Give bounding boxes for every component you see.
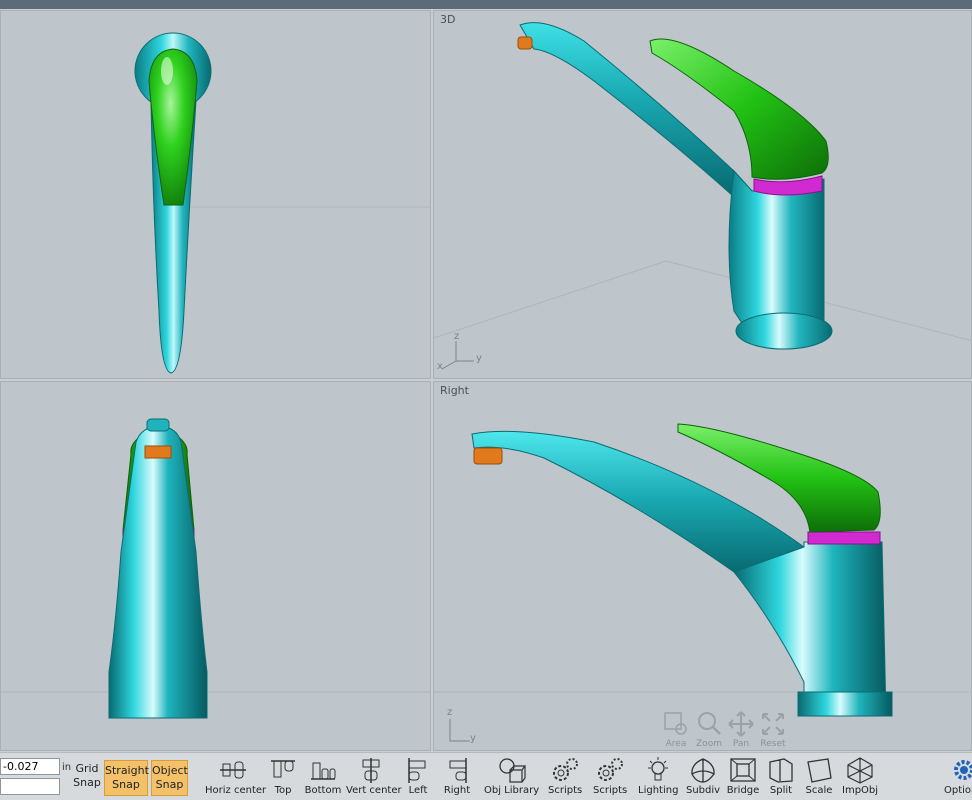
subdiv-button[interactable]: Subdiv [686, 756, 720, 796]
reset-view-label: Reset [760, 739, 786, 749]
magnifier-icon [698, 712, 721, 735]
horiz-center-button[interactable]: Horiz center [205, 756, 267, 796]
align-right-icon [449, 758, 467, 783]
faucet-3d-view [434, 22, 971, 350]
object-library-button[interactable]: Obj Library [484, 756, 540, 796]
viewport-top-left[interactable] [0, 10, 431, 379]
vert-center-icon [362, 758, 380, 783]
align-bottom-label: Bottom [304, 785, 342, 796]
unit-label: in [62, 762, 72, 773]
vert-center-button[interactable]: Vert center [346, 756, 402, 796]
axis-gizmo: z x y [434, 331, 494, 378]
object-snap-line2: Snap [155, 778, 184, 791]
viewport-bottom-left[interactable] [0, 381, 431, 751]
scripts-button[interactable]: Scripts [548, 756, 582, 796]
align-right-label: Right [443, 785, 471, 796]
straight-snap-line2: Snap [112, 778, 140, 791]
scripts-label-2: Scripts [593, 785, 628, 796]
scripts-label: Scripts [548, 785, 583, 796]
gears-icon [598, 758, 623, 781]
import-object-icon [847, 757, 873, 784]
faucet-side-view [1, 418, 430, 719]
split-icon [769, 758, 793, 783]
title-bar [0, 0, 972, 9]
viewport-right[interactable]: Right z y Area Zoom Pan Reset [433, 381, 972, 751]
align-right-button[interactable]: Right [440, 756, 474, 796]
lightbulb-icon [648, 757, 668, 781]
scale-button[interactable]: Scale [803, 756, 835, 796]
gear-icon [954, 760, 972, 780]
zoom-button[interactable]: Zoom [694, 709, 724, 750]
reset-view-button[interactable]: Reset [758, 709, 788, 750]
faucet-front-view [134, 32, 430, 374]
bottom-toolbar: -0.027 in Grid Snap Straight Snap Object… [0, 752, 972, 800]
coordinate-input-secondary[interactable] [0, 778, 60, 795]
split-button[interactable]: Split [766, 756, 796, 796]
import-object-label: ImpObj [842, 785, 879, 796]
subdivide-icon [691, 758, 715, 783]
scale-label: Scale [805, 785, 833, 796]
zoom-label: Zoom [696, 739, 722, 749]
object-snap-button[interactable]: Object Snap [151, 760, 188, 796]
straight-snap-button[interactable]: Straight Snap [104, 760, 149, 796]
bridge-icon [730, 758, 756, 782]
horiz-center-icon [220, 761, 246, 779]
grid-snap-line2: Snap [73, 776, 101, 789]
viewport-3d[interactable]: 3D z x y [433, 10, 972, 379]
gears-icon [553, 758, 578, 781]
pan-label: Pan [732, 739, 750, 749]
align-left-icon [408, 758, 426, 783]
object-library-icon [499, 758, 526, 783]
align-top-label: Top [274, 785, 292, 796]
area-zoom-button[interactable]: Area [661, 709, 691, 750]
bridge-label: Bridge [726, 785, 760, 796]
import-object-button[interactable]: ImpObj [842, 756, 878, 796]
options-label: Options [944, 785, 972, 796]
vert-center-label: Vert center [346, 785, 402, 796]
axis-gizmo: z y [440, 707, 490, 750]
align-top-button[interactable]: Top [266, 756, 300, 796]
grid-snap-line1: Grid [75, 762, 99, 775]
object-library-label: Obj Library [484, 785, 540, 796]
area-zoom-label: Area [665, 739, 687, 749]
pan-button[interactable]: Pan [726, 709, 756, 750]
horiz-center-label: Horiz center [205, 785, 267, 796]
scripts-button-2[interactable]: Scripts [593, 756, 627, 796]
scale-icon [807, 758, 832, 783]
reset-view-icon [762, 713, 784, 735]
lighting-label: Lighting [638, 785, 679, 796]
split-label: Split [769, 785, 793, 796]
straight-snap-line1: Straight [105, 764, 149, 777]
coordinate-input[interactable]: -0.027 [0, 758, 60, 775]
area-zoom-icon [664, 712, 687, 735]
align-left-label: Left [408, 785, 428, 796]
bridge-button[interactable]: Bridge [726, 756, 760, 796]
faucet-right-view [434, 423, 971, 717]
align-bottom-icon [311, 762, 336, 780]
align-left-button[interactable]: Left [402, 756, 434, 796]
object-snap-line1: Object [152, 764, 188, 777]
grid-snap-toggle[interactable]: Grid Snap [72, 762, 102, 790]
lighting-button[interactable]: Lighting [638, 756, 678, 796]
align-bottom-button[interactable]: Bottom [304, 756, 342, 796]
modeler-app: 3D z x y Right z y Area Zoom Pan Reset -… [0, 0, 972, 800]
subdiv-label: Subdiv [686, 785, 721, 796]
pan-arrows-icon [728, 711, 754, 737]
align-top-icon [271, 760, 295, 778]
options-button[interactable]: Options [944, 756, 972, 796]
